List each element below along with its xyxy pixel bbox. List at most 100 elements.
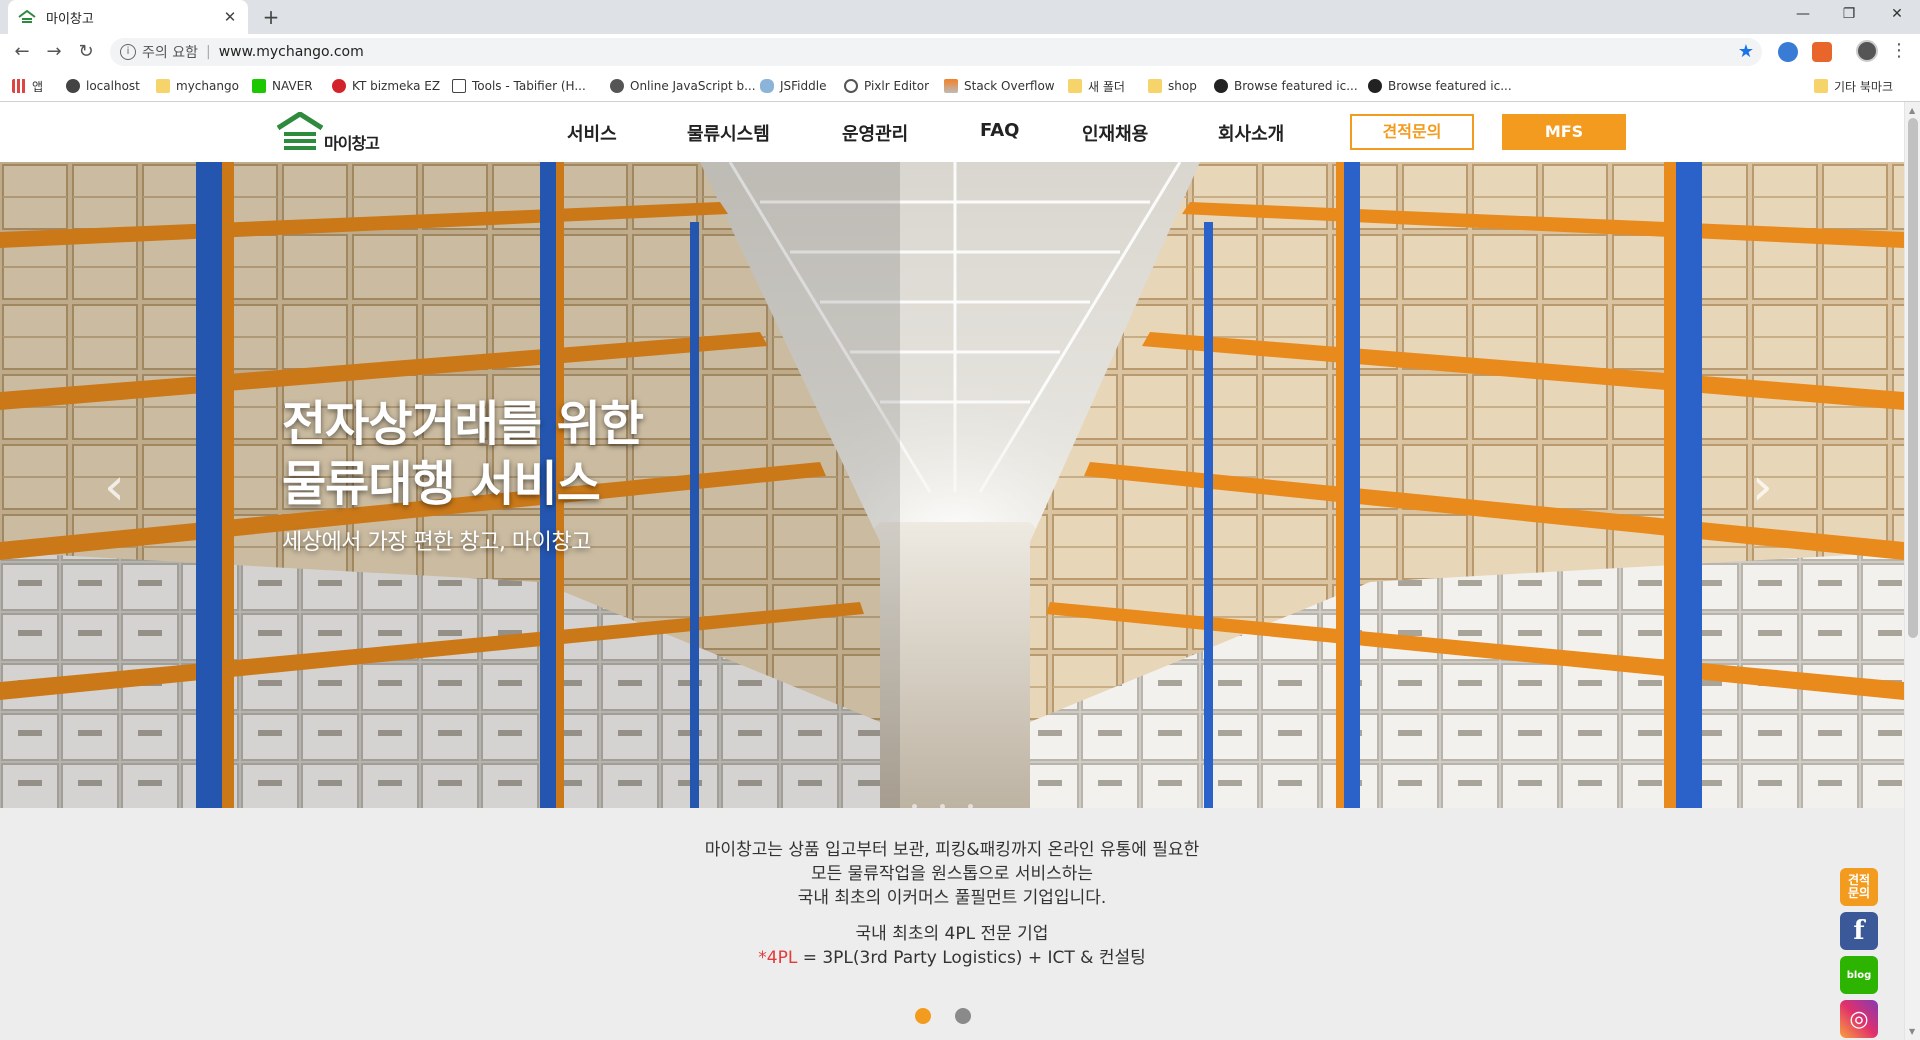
address-separator: | [205,44,211,60]
intro-4pl-definition: *4PL = 3PL(3rd Party Logistics) + ICT & … [0,946,1904,970]
bookmark-jsfiddle[interactable]: JSFiddle [760,76,826,96]
folder-icon [156,79,170,93]
folder-icon [1814,79,1828,93]
close-window-icon[interactable]: ✕ [1874,0,1920,30]
bookmark-stack-overflow[interactable]: Stack Overflow [944,76,1055,96]
bookmark-label: localhost [86,79,140,93]
intro-line-3: 국내 최초의 이커머스 풀필먼트 기업입니다. [797,888,1107,908]
bookmark-browse-featured-1[interactable]: Browse featured ic... [1214,76,1358,96]
intro-4pl-heading: 국내 최초의 4PL 전문 기업 [855,924,1049,944]
bookmark-pixlr[interactable]: Pixlr Editor [844,76,929,96]
bookmark-mychango[interactable]: mychango [156,76,239,96]
browser-menu-icon[interactable]: ⋮ [1890,40,1908,62]
mfs-button[interactable]: MFS [1502,114,1626,150]
slider-prev-icon[interactable]: ‹ [104,457,125,517]
site-logo[interactable]: 마이창고 [276,112,388,154]
bookmark-label: Pixlr Editor [864,79,930,93]
bookmark-label: Browse featured ic... [1234,79,1358,93]
extension-ex-icon[interactable] [1812,42,1832,62]
tab-close-icon[interactable]: ✕ [222,8,238,26]
bookmark-tabifier[interactable]: Tools - Tabifier (H... [452,76,586,96]
scrollbar-thumb[interactable] [1908,118,1918,638]
nav-operations[interactable]: 운영관리 [842,120,908,146]
bookmark-label: mychango [176,79,239,93]
extension-cloud-icon[interactable] [1778,42,1798,62]
bookmark-localhost[interactable]: localhost [66,76,140,96]
intro-line-1: 마이창고는 상품 입고부터 보관, 피킹&패킹까지 온라인 유통에 필요한 [704,840,1200,860]
bookmark-label: Stack Overflow [964,79,1055,93]
back-arrow-icon[interactable]: ← [8,38,36,66]
browser-tab-bar: 마이창고 ✕ + — ❐ ✕ [0,0,1920,34]
new-tab-button[interactable]: + [258,4,284,30]
bookmark-shop[interactable]: shop [1148,76,1197,96]
ninja-icon [1368,79,1382,93]
logo-text: 마이창고 [324,134,380,153]
kt-icon [332,79,346,93]
profile-avatar-icon[interactable] [1856,40,1878,62]
apps-grid-icon [12,79,26,93]
reload-icon[interactable]: ↻ [72,38,100,66]
bookmark-other[interactable]: 기타 북마크 [1814,76,1893,96]
tab-title: 마이창고 [46,11,94,27]
bookmark-label: 기타 북마크 [1834,79,1894,94]
hero-title-line-2: 물류대행 서비스 [282,456,601,512]
restore-window-icon[interactable]: ❐ [1826,0,1872,30]
naver-icon [252,79,266,93]
bookmark-online-js[interactable]: Online JavaScript b... [610,76,756,96]
security-warning-label: 주의 요함 [142,45,198,61]
bookmark-naver[interactable]: NAVER [252,76,313,96]
bookmark-new-folder[interactable]: 새 폴더 [1068,76,1125,96]
nav-logistics-system[interactable]: 물류시스템 [687,120,770,146]
bookmark-browse-featured-2[interactable]: Browse featured ic... [1368,76,1512,96]
bookmark-label: Tools - Tabifier (H... [472,79,586,93]
floating-quote-button[interactable]: 견적 문의 [1840,868,1878,906]
cloud-icon [760,79,774,93]
minimize-window-icon[interactable]: — [1780,0,1826,30]
browser-tab-active[interactable]: 마이창고 ✕ [8,0,248,34]
folder-icon [1068,79,1082,93]
facebook-icon[interactable]: f [1840,912,1878,950]
site-header: 마이창고 서비스 물류시스템 운영관리 FAQ 인재채용 회사소개 견적문의 M… [0,102,1904,162]
ninja-icon [1214,79,1228,93]
hero-title-line-1: 전자상거래를 위한 [282,396,644,452]
scroll-down-arrow-icon[interactable]: ▼ [1909,1027,1915,1036]
nav-faq[interactable]: FAQ [980,120,1019,141]
bookmark-label: NAVER [272,79,313,93]
intro-section: 마이창고는 상품 입고부터 보관, 피킹&패킹까지 온라인 유통에 필요한 모든… [0,808,1904,1040]
pagination-dot-active[interactable] [915,1008,931,1024]
blog-icon[interactable]: blog [1840,956,1878,994]
nav-careers[interactable]: 인재채용 [1082,120,1148,146]
intro-paragraph: 마이창고는 상품 입고부터 보관, 피킹&패킹까지 온라인 유통에 필요한 모든… [0,838,1904,910]
intro-4pl-term: *4PL [758,948,798,968]
bookmark-label: 새 폴더 [1088,79,1125,94]
hero-headline: 전자상거래를 위한 물류대행 서비스 세상에서 가장 편한 창고, 마이창고 [282,394,644,556]
scroll-up-arrow-icon[interactable]: ▲ [1909,106,1915,115]
hero-subtitle: 세상에서 가장 편한 창고, 마이창고 [282,530,591,555]
intro-4pl-paragraph: 국내 최초의 4PL 전문 기업 *4PL = 3PL(3rd Party Lo… [0,922,1904,970]
gear-icon [610,79,624,93]
bookmark-label: Browse featured ic... [1388,79,1512,93]
bookmark-label: KT bizmeka EZ [352,79,441,93]
bookmark-star-icon[interactable]: ★ [1738,41,1754,62]
bookmark-kt-bizmeka[interactable]: KT bizmeka EZ [332,76,440,96]
quote-request-button[interactable]: 견적문의 [1350,114,1474,150]
bookmark-apps[interactable]: 앱 [12,76,43,96]
nav-services[interactable]: 서비스 [567,120,617,146]
pagination-dot[interactable] [955,1008,971,1024]
bookmark-label: Online JavaScript b... [630,79,756,93]
aperture-icon [844,79,858,93]
url-text[interactable]: www.mychango.com [219,44,364,60]
bookmarks-bar: 앱 localhost mychango NAVER KT bizmeka EZ… [0,70,1920,102]
page-viewport: 마이창고 서비스 물류시스템 운영관리 FAQ 인재채용 회사소개 견적문의 M… [0,102,1904,1040]
page-scrollbar[interactable]: ▲ ▼ [1904,102,1920,1040]
nav-about[interactable]: 회사소개 [1218,120,1284,146]
bookmark-label: shop [1168,79,1197,93]
intro-line-2: 모든 물류작업을 원스톱으로 서비스하는 [810,864,1094,884]
forward-arrow-icon[interactable]: → [40,38,68,66]
instagram-icon[interactable]: ◎ [1840,1000,1878,1038]
slider-next-icon[interactable]: › [1752,457,1773,517]
globe-icon [66,79,80,93]
info-icon[interactable]: i [120,44,136,60]
hero-banner: 전자상거래를 위한 물류대행 서비스 세상에서 가장 편한 창고, 마이창고 ‹… [0,162,1904,808]
address-bar[interactable]: i 주의 요함 | www.mychango.com ★ [110,38,1762,66]
